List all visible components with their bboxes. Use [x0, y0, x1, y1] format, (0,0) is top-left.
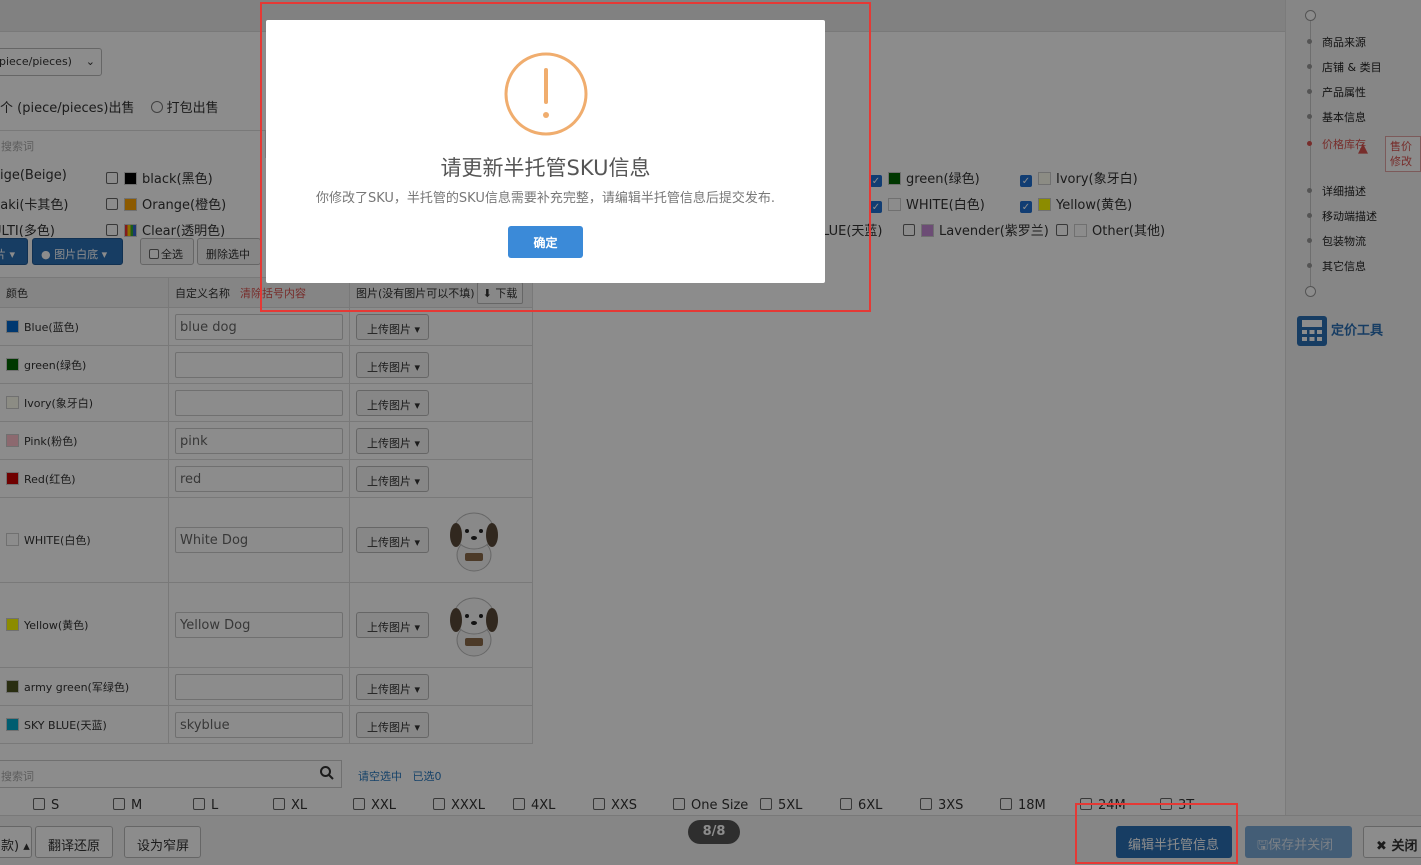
highlight-edit-button-box [1075, 803, 1238, 864]
highlight-modal-box [260, 2, 871, 312]
